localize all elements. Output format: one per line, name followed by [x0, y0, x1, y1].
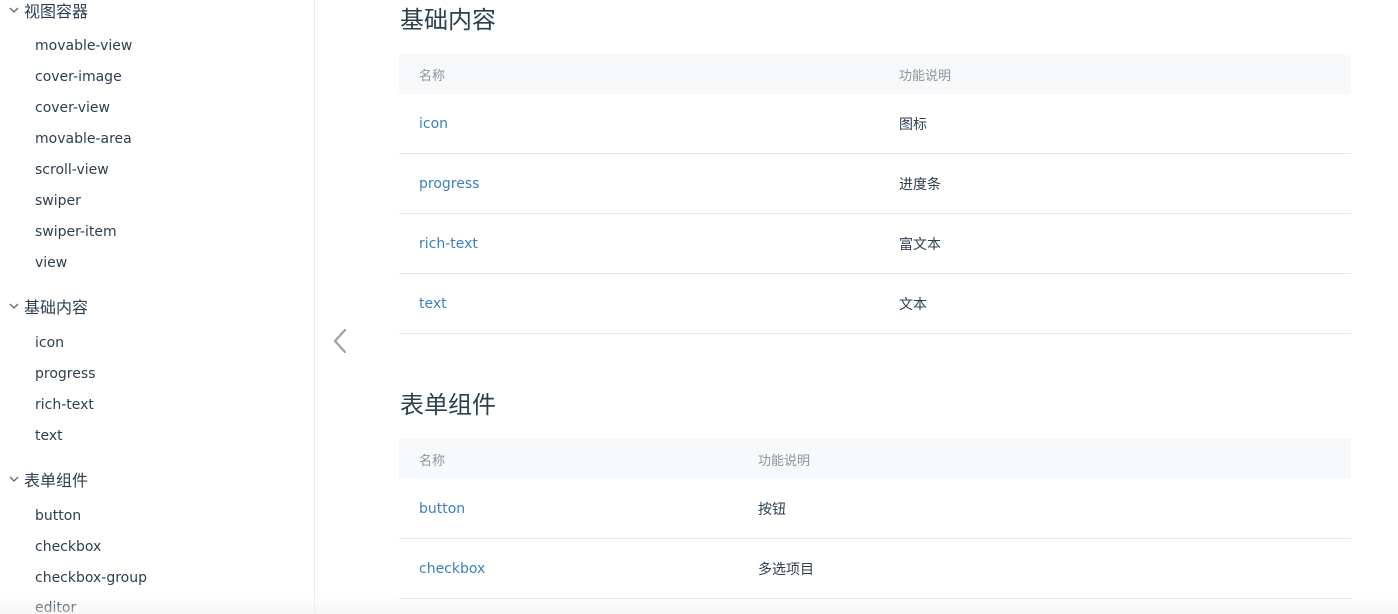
- sidebar-group-title: 视图容器: [24, 2, 89, 21]
- description-cell: 图标: [879, 94, 1351, 154]
- description-cell: 按钮: [738, 479, 1351, 539]
- sidebar-item-checkbox-group[interactable]: checkbox-group: [35, 568, 147, 588]
- chevron-down-icon: [9, 7, 19, 13]
- component-link-rich-text[interactable]: rich-text: [419, 236, 478, 252]
- sidebar-item-scroll-view[interactable]: scroll-view: [35, 160, 109, 180]
- name-cell: icon: [399, 94, 879, 154]
- section-title-form-components: 表单组件: [400, 391, 496, 419]
- component-link-text[interactable]: text: [419, 296, 447, 312]
- table-row: button 按钮: [399, 479, 1351, 539]
- sidebar-item-movable-area[interactable]: movable-area: [35, 129, 132, 149]
- description-cell: 多选项目: [738, 538, 1351, 599]
- description-cell: 进度条: [879, 153, 1351, 214]
- chevron-left-icon: [333, 328, 347, 354]
- sidebar-item-checkbox[interactable]: checkbox: [35, 537, 101, 557]
- sidebar-item-icon[interactable]: icon: [35, 333, 64, 353]
- sidebar-item-cover-image[interactable]: cover-image: [35, 67, 122, 87]
- sidebar-item-movable-view[interactable]: movable-view: [35, 36, 132, 56]
- table-row: icon 图标: [399, 94, 1351, 154]
- sidebar-group-basic-content[interactable]: 基础内容: [8, 295, 88, 317]
- name-cell: button: [399, 479, 738, 539]
- column-header-description: 功能说明: [758, 453, 811, 469]
- name-cell: progress: [399, 153, 879, 214]
- table-header-row: 名称 功能说明: [399, 439, 1351, 479]
- sidebar-item-view[interactable]: view: [35, 253, 67, 273]
- sidebar-item-swiper[interactable]: swiper: [35, 191, 81, 211]
- component-link-progress[interactable]: progress: [419, 176, 479, 192]
- table-row: text 文本: [399, 273, 1351, 334]
- sidebar-item-progress[interactable]: progress: [35, 364, 95, 384]
- table-header-row: 名称 功能说明: [399, 54, 1351, 94]
- sidebar-item-text[interactable]: text: [35, 426, 63, 446]
- name-cell: checkbox: [399, 538, 738, 599]
- basic-content-table: 名称 功能说明 icon 图标 progress 进度条 rich-text 富…: [399, 54, 1351, 334]
- component-link-icon[interactable]: icon: [419, 116, 448, 132]
- sidebar-item-cover-view[interactable]: cover-view: [35, 98, 110, 118]
- chevron-down-icon: [9, 303, 19, 309]
- collapse-sidebar-button[interactable]: [328, 326, 352, 356]
- column-header-name: 名称: [419, 68, 446, 84]
- name-cell: rich-text: [399, 213, 879, 274]
- sidebar-group-view-containers[interactable]: 视图容器: [8, 0, 88, 21]
- sidebar-item-button[interactable]: button: [35, 506, 81, 526]
- form-components-table: 名称 功能说明 button 按钮 checkbox 多选项目: [399, 439, 1351, 599]
- sidebar-group-title: 表单组件: [24, 471, 89, 490]
- sidebar-group-form-components[interactable]: 表单组件: [8, 468, 88, 490]
- name-cell: text: [399, 273, 879, 334]
- sidebar-item-rich-text[interactable]: rich-text: [35, 395, 94, 415]
- column-header-description: 功能说明: [899, 68, 952, 84]
- component-link-button[interactable]: button: [419, 501, 465, 517]
- component-link-checkbox[interactable]: checkbox: [419, 561, 485, 577]
- table-row: rich-text 富文本: [399, 213, 1351, 274]
- sidebar-item-swiper-item[interactable]: swiper-item: [35, 222, 117, 242]
- description-cell: 富文本: [879, 213, 1351, 274]
- chevron-down-icon: [9, 476, 19, 482]
- column-header-name: 名称: [419, 453, 446, 469]
- sidebar-item-editor[interactable]: editor: [35, 598, 76, 614]
- table-row: checkbox 多选项目: [399, 538, 1351, 599]
- sidebar: 视图容器 movable-view cover-image cover-view…: [0, 0, 315, 614]
- table-row: progress 进度条: [399, 153, 1351, 214]
- section-title-basic-content: 基础内容: [400, 6, 496, 34]
- sidebar-group-title: 基础内容: [24, 298, 89, 317]
- description-cell: 文本: [879, 273, 1351, 334]
